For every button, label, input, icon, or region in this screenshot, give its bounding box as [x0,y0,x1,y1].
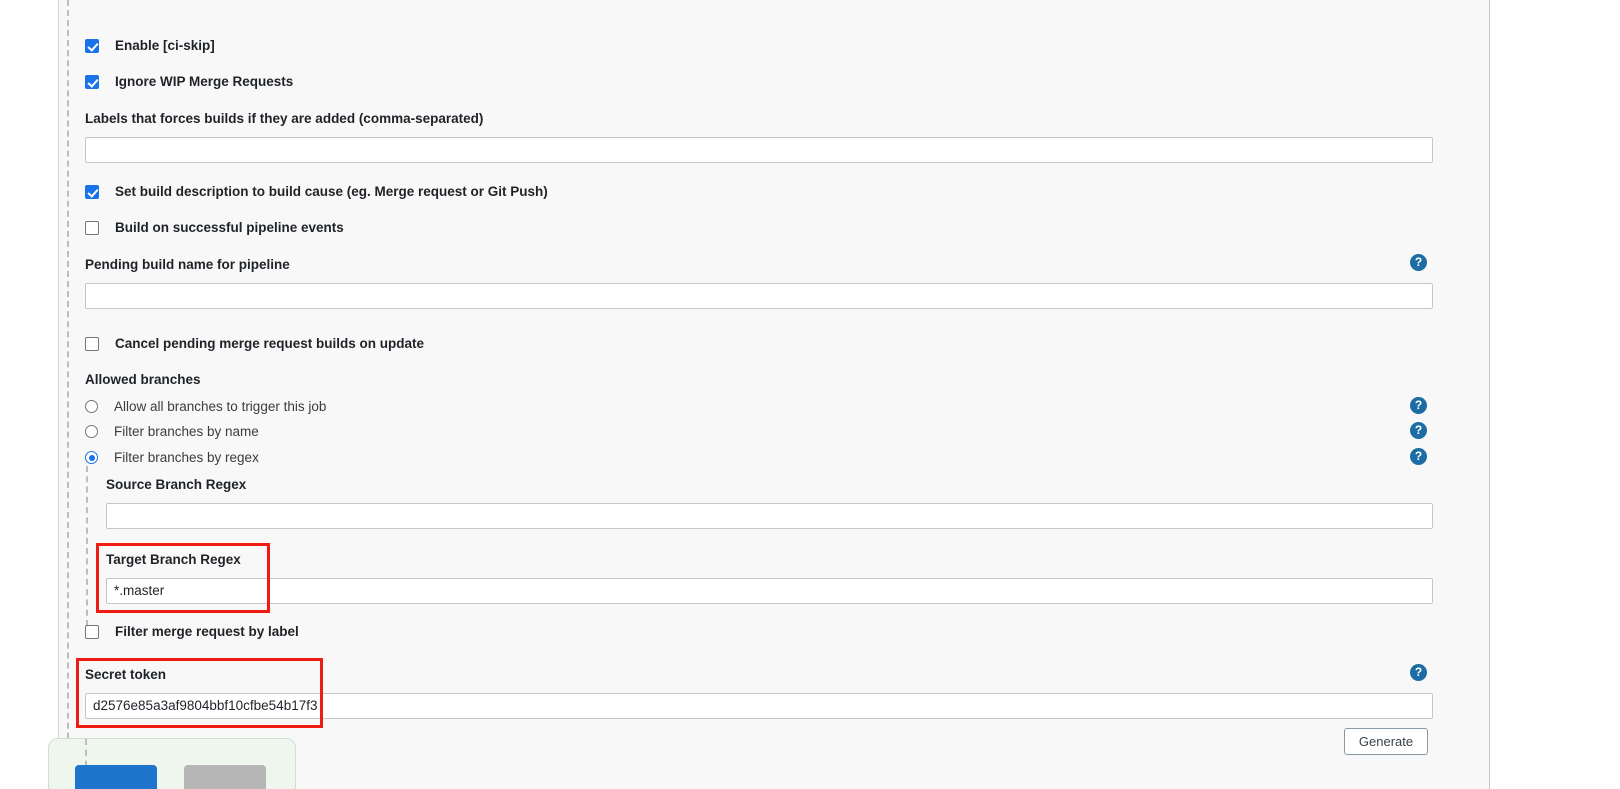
apply-button[interactable] [184,765,266,789]
checkbox-row-ignore-wip[interactable]: Ignore WIP Merge Requests [85,74,293,89]
radio-filter-branches-by-name[interactable] [85,425,98,438]
checkbox-label-filter-merge-request-by-label: Filter merge request by label [115,624,299,639]
radio-filter-branches-by-regex[interactable] [85,451,98,464]
checkbox-row-build-on-pipeline-events[interactable]: Build on successful pipeline events [85,220,344,235]
help-icon-filter-branches-by-name[interactable]: ? [1410,422,1427,439]
radio-label-filter-by-regex: Filter branches by regex [114,450,259,465]
source-branch-regex-input[interactable] [106,503,1433,529]
help-icon-secret-token[interactable]: ? [1410,664,1427,681]
source-branch-regex-label: Source Branch Regex [106,476,246,494]
labels-input[interactable] [85,137,1433,163]
radio-row-filter-by-regex[interactable]: Filter branches by regex [85,450,259,465]
help-icon-allow-all-branches[interactable]: ? [1410,397,1427,414]
radio-allow-all-branches[interactable] [85,400,98,413]
checkbox-label-set-build-description: Set build description to build cause (eg… [115,184,548,199]
radio-row-filter-by-name[interactable]: Filter branches by name [85,424,259,439]
labels-field-label: Labels that forces builds if they are ad… [85,110,483,128]
secret-token-label-text: Secret token [85,667,167,682]
checkbox-row-enable-ci-skip[interactable]: Enable [ci-skip] [85,38,215,53]
radio-row-allow-all-branches[interactable]: Allow all branches to trigger this job [85,399,326,414]
checkbox-label-ignore-wip: Ignore WIP Merge Requests [115,74,294,89]
pending-build-name-input[interactable] [85,283,1433,309]
checkbox-row-set-build-description[interactable]: Set build description to build cause (eg… [85,184,548,199]
pending-build-field-label-text: Pending build name for pipeline [85,257,290,272]
labels-field-label-text: Labels that forces builds if they are ad… [85,111,484,126]
checkbox-label-enable-ci-skip: Enable [ci-skip] [115,38,215,53]
config-screen: Enable [ci-skip] Ignore WIP Merge Reques… [0,0,1620,789]
target-branch-regex-input[interactable]: *.master [106,578,1433,604]
radio-label-allow-all-branches: Allow all branches to trigger this job [114,399,327,414]
save-button[interactable] [75,765,157,789]
form-action-bar [48,738,296,789]
radio-label-filter-by-name: Filter branches by name [114,424,259,439]
checkbox-row-filter-merge-request-by-label[interactable]: Filter merge request by label [85,624,299,639]
secret-token-input[interactable]: d2576e85a3af9804bbf10cfbe54b17f3 [85,693,1433,719]
checkbox-enable-ci-skip[interactable] [85,38,99,53]
checkbox-row-cancel-pending-builds[interactable]: Cancel pending merge request builds on u… [85,336,424,351]
checkbox-label-cancel-pending-builds: Cancel pending merge request builds on u… [115,336,425,351]
allowed-branches-title: Allowed branches [85,371,201,389]
source-branch-regex-label-text: Source Branch Regex [106,477,247,492]
job-configuration-panel: Enable [ci-skip] Ignore WIP Merge Reques… [58,0,1490,789]
checkbox-filter-merge-request-by-label[interactable] [85,624,99,639]
secret-token-label: Secret token [85,666,166,684]
target-branch-regex-label: Target Branch Regex [106,551,241,569]
checkbox-set-build-description[interactable] [85,184,99,199]
checkbox-label-build-on-pipeline-events: Build on successful pipeline events [115,220,344,235]
help-icon-pending-build-name[interactable]: ? [1410,254,1427,271]
checkbox-ignore-wip-merge-requests[interactable] [85,74,99,89]
target-branch-regex-label-text: Target Branch Regex [106,552,241,567]
pending-build-field-label: Pending build name for pipeline [85,256,290,274]
help-icon-filter-branches-by-regex[interactable]: ? [1410,448,1427,465]
allowed-branches-title-text: Allowed branches [85,372,201,387]
generate-secret-token-button[interactable]: Generate [1344,728,1428,755]
checkbox-build-on-successful-pipeline-events[interactable] [85,220,99,235]
checkbox-cancel-pending-merge-request-builds[interactable] [85,336,99,351]
